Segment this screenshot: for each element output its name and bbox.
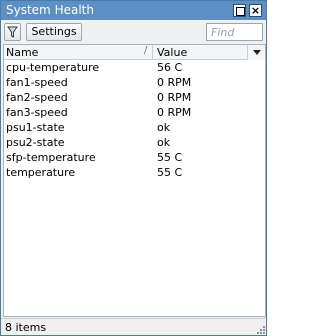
filter-button[interactable]: [4, 23, 21, 41]
settings-button[interactable]: Settings: [26, 23, 82, 41]
find-input[interactable]: [206, 23, 263, 41]
item-count: 8 items: [5, 321, 47, 334]
resize-grip-icon[interactable]: [257, 326, 265, 334]
row-name: fan2-speed: [6, 91, 68, 104]
row-value: 0 RPM: [157, 76, 192, 89]
row-name: psu2-state: [6, 136, 65, 149]
row-name: fan3-speed: [6, 106, 68, 119]
row-name: psu1-state: [6, 121, 65, 134]
title-bar[interactable]: System Health ×: [1, 1, 266, 20]
close-button[interactable]: ×: [249, 4, 262, 17]
row-value: 55 C: [157, 151, 183, 164]
table-row[interactable]: fan1-speed 0 RPM: [4, 75, 265, 90]
table-row[interactable]: temperature 55 C: [4, 165, 265, 180]
row-name: sfp-temperature: [6, 151, 96, 164]
status-bar: 8 items: [1, 318, 266, 335]
row-name: temperature: [6, 166, 76, 179]
column-menu-chevron-down-icon[interactable]: [247, 45, 265, 60]
column-header-name[interactable]: Name: [6, 46, 38, 59]
restore-button[interactable]: [233, 4, 246, 17]
row-value: 56 C: [157, 61, 183, 74]
column-header-value[interactable]: Value: [157, 46, 187, 59]
row-value: ok: [157, 121, 171, 134]
list-header: Name / Value: [4, 45, 265, 60]
window-title: System Health: [6, 3, 94, 17]
health-list[interactable]: Name / Value cpu-temperature 56 C fan1-s…: [3, 44, 266, 317]
system-health-window: System Health × Settings Name / Value cp…: [0, 0, 267, 336]
row-name: cpu-temperature: [6, 61, 100, 74]
row-value: ok: [157, 136, 171, 149]
table-row[interactable]: sfp-temperature 55 C: [4, 150, 265, 165]
sort-indicator-icon: /: [144, 45, 148, 56]
row-value: 0 RPM: [157, 106, 192, 119]
table-row[interactable]: cpu-temperature 56 C: [4, 60, 265, 75]
table-row[interactable]: fan3-speed 0 RPM: [4, 105, 265, 120]
table-row[interactable]: psu1-state ok: [4, 120, 265, 135]
column-divider[interactable]: [152, 45, 153, 60]
table-row[interactable]: psu2-state ok: [4, 135, 265, 150]
row-name: fan1-speed: [6, 76, 68, 89]
table-row[interactable]: fan2-speed 0 RPM: [4, 90, 265, 105]
toolbar: Settings: [1, 20, 266, 44]
row-value: 0 RPM: [157, 91, 192, 104]
row-value: 55 C: [157, 166, 183, 179]
filter-icon: [7, 26, 18, 38]
